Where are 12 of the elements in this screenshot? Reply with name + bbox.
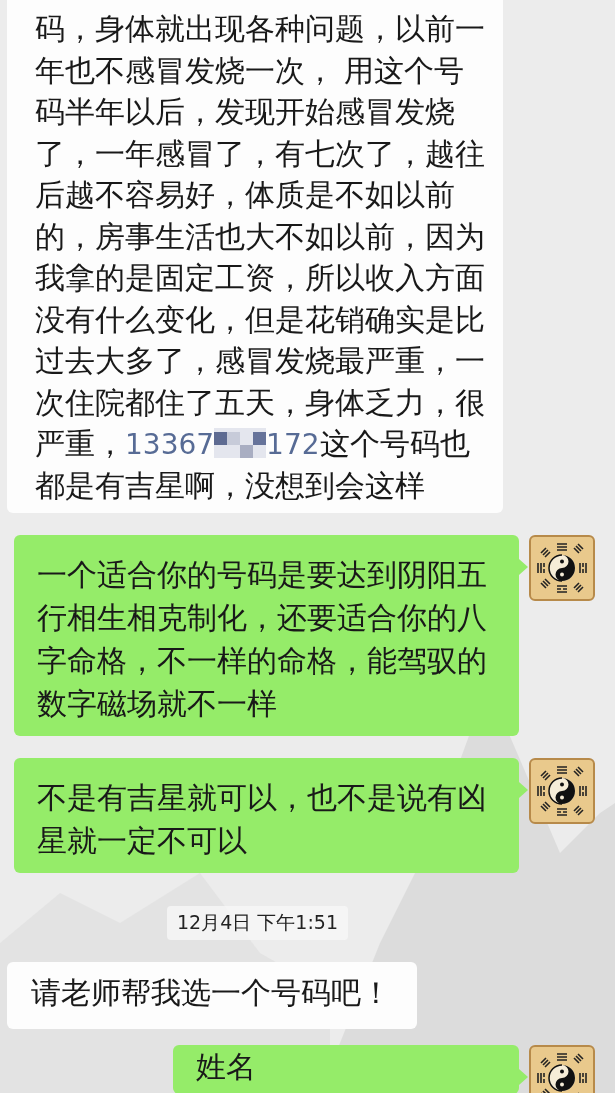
- phone-number-link[interactable]: 13367: [125, 428, 215, 461]
- phone-number-link[interactable]: 172: [266, 428, 320, 461]
- message-text: 不是有吉星就可以，也不是说有凶星就一定不可以: [37, 779, 488, 860]
- message-text: 姓名: [196, 1051, 257, 1083]
- yin-yang-icon[interactable]: [529, 1045, 595, 1093]
- yin-yang-icon[interactable]: [529, 758, 595, 824]
- mosaic-blur: [214, 428, 267, 458]
- message-text: 请老师帮我选一个号码吧！: [31, 975, 391, 1012]
- yin-yang-icon[interactable]: [529, 535, 595, 601]
- message-timestamp: 12月4日 下午1:51: [167, 906, 348, 940]
- message-text: 一个适合你的号码是要达到阴阳五行相生相克制化，还要适合你的八字命格，不一样的命格，能驾驭的数字磁场就不一样: [37, 556, 488, 723]
- message-text: 码，身体就出现各种问题，以前一年也不感冒发烧一次， 用这个号码半年以后，发现开始感冒发烧了，一年感冒了，有七次了，越往后越不容易好，体质是不如以前的，房事生活也大不如以前，因为我拿的是固定工资，所以收入方面没有什么变化，但是花销确实是比过去大多了，感冒发烧最严重，一次住院都住了五天，身体乏力，很严重，13367 172这个号码也都是有吉星啊，没想到会这样: [35, 11, 486, 505]
